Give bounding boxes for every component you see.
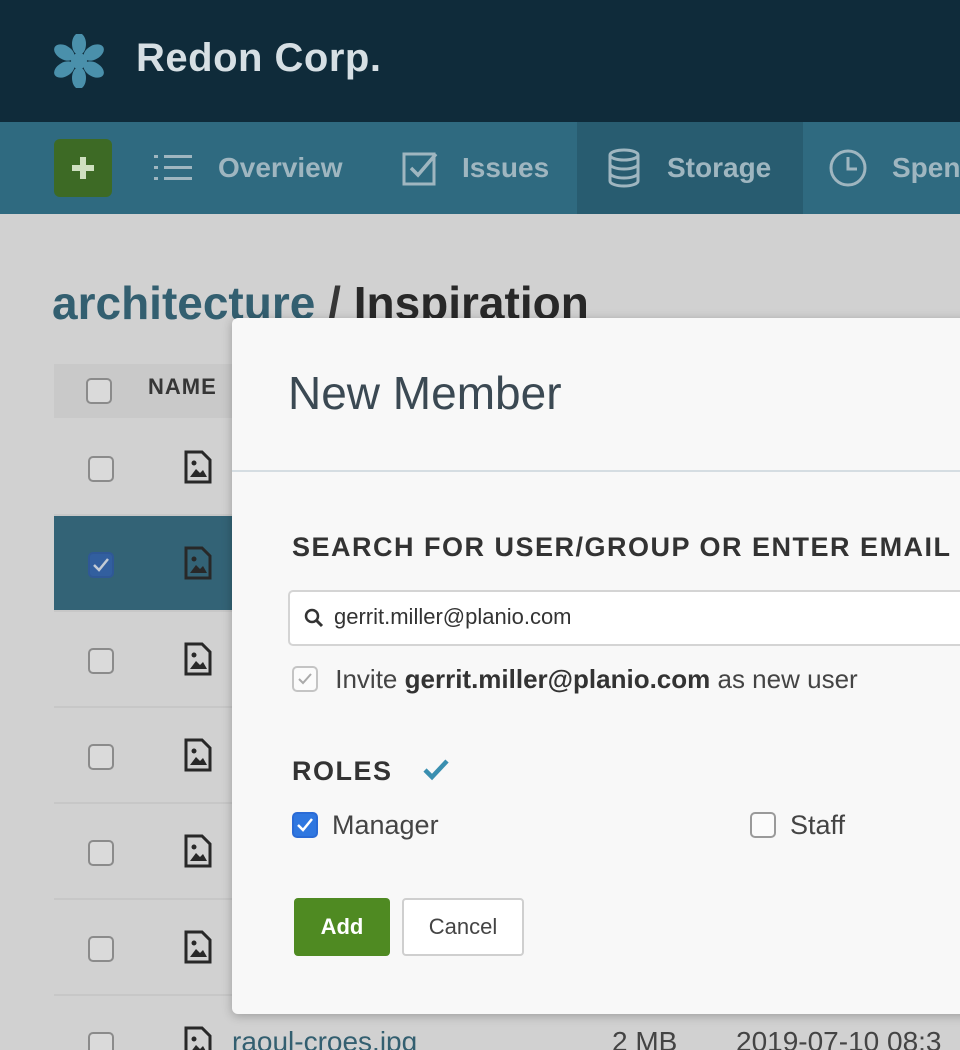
checkbox-icon [402,152,438,186]
roles-label: ROLES [292,756,450,787]
dialog-divider [232,470,960,472]
cancel-button[interactable]: Cancel [402,898,524,956]
nav-item-storage[interactable]: Storage [577,122,803,214]
nav-label-overview: Overview [218,152,343,183]
roles-label-text: ROLES [292,756,393,786]
role-option-manager[interactable]: Manager [292,808,439,841]
nav-label-issues: Issues [462,152,550,183]
search-icon [304,608,324,633]
asterisk-logo-icon [54,34,104,88]
database-icon [608,148,640,188]
nav-item-overview[interactable]: Overview [154,122,343,214]
role-label-manager: Manager [332,810,439,840]
checkmark-icon [297,818,313,832]
invite-option[interactable]: Invite gerrit.miller@planio.com as new u… [292,662,858,695]
dialog-title: New Member [288,367,562,419]
new-member-dialog: New Member SEARCH FOR USER/GROUP OR ENTE… [232,318,960,1014]
nav-label-storage: Storage [667,152,772,183]
invite-checkbox[interactable] [292,666,318,692]
invite-prefix: Invite [335,664,398,694]
clock-icon [829,149,867,187]
member-search-input[interactable]: gerrit.miller@planio.com [288,590,960,646]
nav-item-issues[interactable]: Issues [402,122,549,214]
checkmark-icon [298,673,312,685]
check-icon [422,759,449,781]
role-checkbox-manager[interactable] [292,812,318,838]
nav-item-spent[interactable]: Spen [828,122,960,214]
search-input-value: gerrit.miller@planio.com [334,604,572,629]
list-icon [154,155,192,180]
top-header: Redon Corp. [0,0,960,122]
nav-label-spent: Spen [892,152,960,183]
brand-name[interactable]: Redon Corp. [136,36,381,81]
invite-email: gerrit.miller@planio.com [404,664,711,694]
invite-suffix: as new user [717,664,858,694]
add-button[interactable]: Add [294,898,390,956]
role-checkbox-staff[interactable] [750,812,776,838]
role-option-staff[interactable]: Staff [750,808,845,841]
add-button[interactable] [54,139,112,197]
search-label: SEARCH FOR USER/GROUP OR ENTER EMAIL [292,532,952,562]
role-label-staff: Staff [790,810,846,840]
plus-icon [72,157,94,179]
